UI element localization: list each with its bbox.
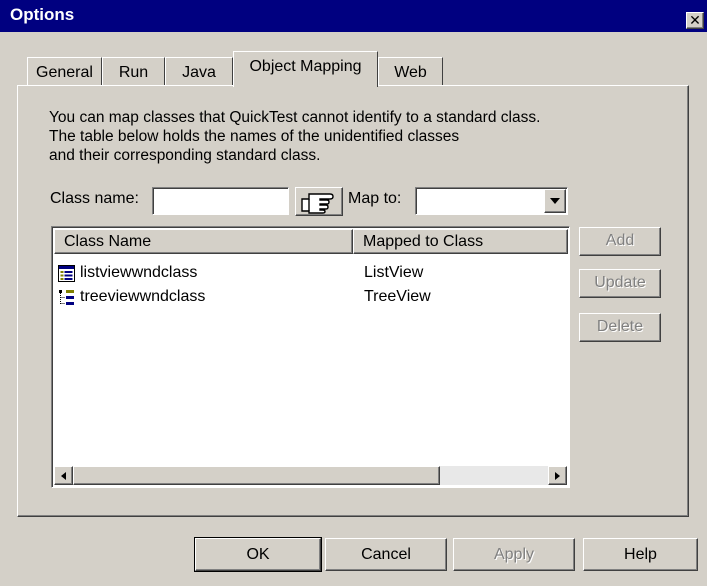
row-class-name: treeviewwndclass bbox=[80, 288, 206, 305]
close-button[interactable]: ✕ bbox=[686, 12, 704, 29]
listview-icon bbox=[58, 265, 75, 282]
arrow-left-icon bbox=[61, 472, 66, 480]
class-name-field[interactable] bbox=[152, 187, 289, 215]
map-to-label: Map to: bbox=[348, 190, 402, 207]
description-line: and their corresponding standard class. bbox=[49, 147, 321, 164]
window-title: Options bbox=[10, 5, 75, 24]
arrow-right-icon bbox=[555, 472, 560, 480]
tab-web[interactable]: Web bbox=[378, 57, 443, 87]
description-line: You can map classes that QuickTest canno… bbox=[49, 109, 541, 126]
row-mapped-class: ListView bbox=[364, 264, 424, 281]
tab-general-label: General bbox=[36, 64, 93, 81]
pointing-hand-icon bbox=[301, 193, 334, 214]
title-bar: Options bbox=[0, 0, 707, 32]
tab-object-mapping[interactable]: Object Mapping bbox=[233, 51, 378, 87]
class-mapping-table[interactable]: Class Name Mapped to Class listviewwndcl… bbox=[51, 226, 570, 488]
row-class-name: listviewwndclass bbox=[80, 264, 198, 281]
chevron-down-icon bbox=[550, 198, 560, 204]
table-row[interactable]: treeviewwndclass TreeView bbox=[56, 287, 556, 309]
ok-button[interactable]: OK bbox=[194, 537, 322, 572]
column-header-class-name[interactable]: Class Name bbox=[54, 229, 353, 254]
description-line: The table below holds the names of the u… bbox=[49, 128, 460, 145]
treeview-icon bbox=[59, 290, 74, 305]
add-button[interactable]: Add bbox=[579, 227, 661, 256]
apply-button[interactable]: Apply bbox=[453, 538, 575, 571]
pointing-hand-button[interactable] bbox=[295, 187, 343, 216]
map-to-dropdown[interactable] bbox=[415, 187, 568, 215]
tab-object-mapping-label: Object Mapping bbox=[249, 58, 362, 75]
close-icon: ✕ bbox=[689, 12, 701, 28]
tab-java[interactable]: Java bbox=[165, 57, 233, 87]
tab-run-label: Run bbox=[118, 64, 149, 81]
class-name-label: Class name: bbox=[50, 190, 139, 207]
scroll-right-button[interactable] bbox=[548, 466, 567, 485]
dropdown-button[interactable] bbox=[544, 189, 566, 213]
scroll-thumb[interactable] bbox=[73, 466, 440, 485]
table-row[interactable]: listviewwndclass ListView bbox=[56, 263, 556, 285]
scroll-left-button[interactable] bbox=[54, 466, 73, 485]
update-button[interactable]: Update bbox=[579, 269, 661, 298]
help-button[interactable]: Help bbox=[583, 538, 698, 571]
description-text: You can map classes that QuickTest canno… bbox=[49, 108, 649, 165]
cancel-button[interactable]: Cancel bbox=[325, 538, 447, 571]
delete-button[interactable]: Delete bbox=[579, 313, 661, 342]
row-mapped-class: TreeView bbox=[364, 288, 431, 305]
tab-run[interactable]: Run bbox=[102, 57, 165, 87]
tab-java-label: Java bbox=[182, 64, 216, 81]
tab-general[interactable]: General bbox=[27, 57, 102, 87]
object-mapping-panel: You can map classes that QuickTest canno… bbox=[17, 85, 689, 517]
column-header-mapped-to-class[interactable]: Mapped to Class bbox=[353, 229, 568, 254]
horizontal-scrollbar[interactable] bbox=[54, 466, 567, 485]
tab-web-label: Web bbox=[394, 64, 427, 81]
